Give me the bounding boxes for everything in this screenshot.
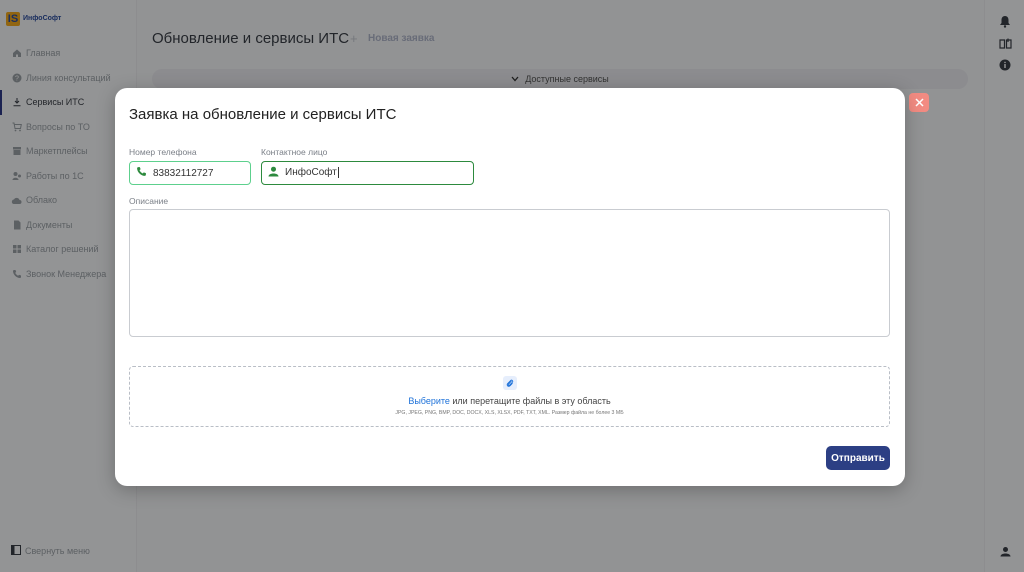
file-dropzone[interactable]: Выберите или перетащите файлы в эту обла…: [129, 366, 890, 427]
text-caret: [337, 167, 339, 179]
phone-field[interactable]: 83832112727: [129, 161, 251, 185]
paperclip-icon: [503, 376, 517, 390]
dropzone-text: Выберите или перетащите файлы в эту обла…: [130, 396, 889, 406]
description-textarea[interactable]: [129, 209, 890, 337]
choose-files-link[interactable]: Выберите: [408, 396, 450, 406]
request-modal: Заявка на обновление и сервисы ИТС Номер…: [115, 88, 905, 486]
person-icon: [268, 164, 279, 182]
phone-label: Номер телефона: [129, 147, 197, 157]
dropzone-instruction: или перетащите файлы в эту область: [449, 396, 611, 406]
phone-icon: [136, 164, 147, 182]
close-modal-button[interactable]: [909, 93, 929, 112]
submit-button[interactable]: Отправить: [826, 446, 890, 470]
close-icon: [914, 95, 924, 110]
phone-value: 83832112727: [153, 167, 214, 179]
contact-value: ИнфоСофт: [285, 167, 339, 179]
description-label: Описание: [129, 196, 169, 206]
contact-field[interactable]: ИнфоСофт: [261, 161, 474, 185]
modal-title: Заявка на обновление и сервисы ИТС: [129, 106, 397, 123]
allowed-formats-hint: JPG, JPEG, PNG, BMP, DOC, DOCX, XLS, XLS…: [395, 410, 624, 416]
contact-label: Контактное лицо: [261, 147, 328, 157]
